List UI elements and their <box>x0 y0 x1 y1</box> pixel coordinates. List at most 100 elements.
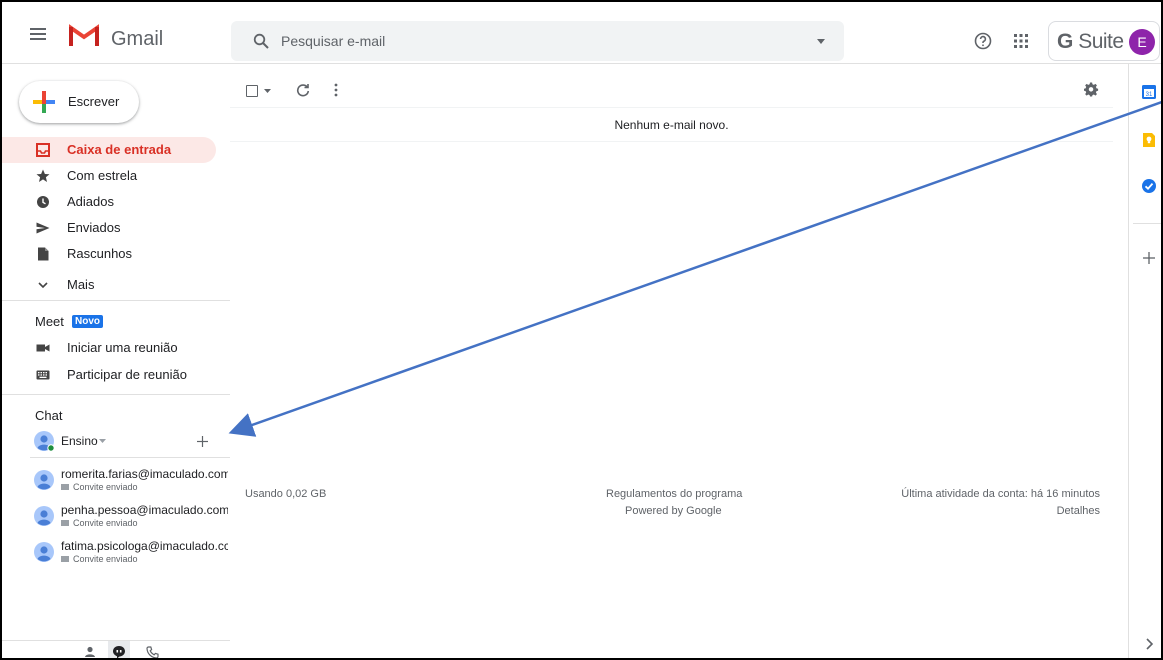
chat-status-text: Convite enviado <box>73 554 138 564</box>
gmail-logo-icon[interactable] <box>69 24 99 46</box>
menu-line <box>30 28 46 30</box>
chat-contact-email: romerita.farias@imaculado.com <box>61 467 228 481</box>
video-camera-icon <box>36 344 50 352</box>
sidebar-bottom-bar <box>2 640 230 659</box>
chevron-down-icon[interactable] <box>99 439 106 444</box>
meet-item-label: Iniciar uma reunião <box>67 340 178 355</box>
account-avatar[interactable]: E <box>1129 29 1155 55</box>
sidebar-item-label: Com estrela <box>67 168 138 183</box>
empty-inbox-row: Nenhum e-mail novo. <box>230 108 1113 142</box>
powered-by-google-link[interactable]: Powered by Google <box>625 505 722 517</box>
storage-usage[interactable]: Usando 0,02 GB <box>245 488 326 500</box>
send-icon <box>36 222 50 234</box>
left-sidebar: Escrever Caixa de entrada Com estrela Ad… <box>2 64 230 659</box>
chat-bubble-icon <box>113 646 125 658</box>
avatar-icon <box>34 506 54 526</box>
sidebar-item-label: Adiados <box>67 194 114 209</box>
search-icon[interactable] <box>253 33 269 49</box>
add-chat-icon[interactable] <box>196 435 209 448</box>
envelope-icon <box>61 484 69 490</box>
meet-section-title: Meet <box>35 314 64 329</box>
chat-contact[interactable]: penha.pessoa@imaculado.com Convite envia… <box>2 501 230 535</box>
draft-icon <box>38 247 49 261</box>
gsuite-logo: G Suite <box>1057 30 1124 54</box>
refresh-icon[interactable] <box>296 83 310 97</box>
more-options-icon[interactable] <box>334 83 338 97</box>
sidebar-item-snoozed[interactable]: Adiados <box>2 189 216 215</box>
contacts-person-icon[interactable] <box>84 646 96 658</box>
select-dropdown-icon[interactable] <box>264 89 271 94</box>
sidebar-item-drafts[interactable]: Rascunhos <box>2 241 216 267</box>
meet-start-meeting[interactable]: Iniciar uma reunião <box>2 335 216 361</box>
search-bar[interactable] <box>231 21 844 61</box>
help-icon[interactable] <box>974 32 992 50</box>
chat-contact-status: Convite enviado <box>61 518 138 528</box>
menu-line <box>30 38 46 40</box>
keyboard-icon <box>36 370 50 380</box>
avatar-icon <box>34 431 54 451</box>
google-apps-icon[interactable] <box>1013 33 1029 49</box>
star-icon <box>36 169 50 182</box>
search-input[interactable] <box>281 29 781 53</box>
sidebar-item-more[interactable]: Mais <box>2 272 216 298</box>
chat-divider <box>30 457 230 458</box>
sidebar-item-label: Rascunhos <box>67 246 133 261</box>
main-content: Nenhum e-mail novo. Usando 0,02 GB Regul… <box>230 64 1113 658</box>
select-all-checkbox[interactable] <box>246 85 258 97</box>
sidebar-item-starred[interactable]: Com estrela <box>2 163 216 189</box>
last-account-activity: Última atividade da conta: há 16 minutos <box>901 488 1100 500</box>
activity-details-link[interactable]: Detalhes <box>1000 505 1100 517</box>
main-menu-button[interactable] <box>30 28 46 40</box>
settings-gear-icon[interactable] <box>1084 82 1099 97</box>
add-addon-icon[interactable] <box>1141 250 1157 266</box>
meet-item-label: Participar de reunião <box>67 367 187 382</box>
chat-contact-email: penha.pessoa@imaculado.com <box>61 503 228 517</box>
sidebar-item-inbox[interactable]: Caixa de entrada <box>2 137 216 163</box>
side-panel: 31 <box>1128 64 1161 658</box>
compose-label: Escrever <box>68 94 120 109</box>
keep-icon[interactable] <box>1141 132 1157 148</box>
chat-contact-email: fatima.psicologa@imaculado.cc <box>61 539 228 553</box>
top-header: Gmail G Suite E <box>2 2 1161 64</box>
envelope-icon <box>61 556 69 562</box>
avatar-icon <box>34 542 54 562</box>
chevron-right-icon[interactable] <box>1141 636 1157 652</box>
avatar-icon <box>34 470 54 490</box>
compose-button[interactable]: Escrever <box>19 81 139 123</box>
phone-icon[interactable] <box>146 646 159 659</box>
chat-tab-button[interactable] <box>108 641 130 658</box>
gsuite-logo-g: G <box>1057 30 1073 53</box>
meet-join-meeting[interactable]: Participar de reunião <box>2 362 216 388</box>
chat-section-title: Chat <box>35 408 63 423</box>
tasks-icon[interactable] <box>1141 178 1157 194</box>
chat-status-text: Convite enviado <box>73 518 138 528</box>
sidebar-item-label: Enviados <box>67 220 121 235</box>
gmail-logo-text[interactable]: Gmail <box>111 28 163 51</box>
clock-icon <box>37 196 49 208</box>
sidebar-item-label: Caixa de entrada <box>67 142 172 157</box>
chat-contact-status: Convite enviado <box>61 482 138 492</box>
empty-inbox-message: Nenhum e-mail novo. <box>614 118 729 132</box>
account-switcher[interactable]: G Suite E <box>1048 21 1160 61</box>
calendar-icon[interactable]: 31 <box>1141 84 1157 100</box>
chat-contact[interactable]: romerita.farias@imaculado.com Convite en… <box>2 465 230 499</box>
sidebar-item-sent[interactable]: Enviados <box>2 215 216 241</box>
list-toolbar <box>230 64 1113 108</box>
compose-plus-icon <box>33 91 55 113</box>
sidebar-item-label: Mais <box>67 277 95 292</box>
section-divider <box>2 300 230 301</box>
chevron-down-icon <box>38 282 48 289</box>
chat-contact[interactable]: fatima.psicologa@imaculado.cc Convite en… <box>2 537 230 571</box>
gsuite-logo-suite: Suite <box>1078 30 1124 53</box>
side-panel-divider <box>1133 223 1161 224</box>
chat-self-name: Ensino <box>61 434 98 448</box>
section-divider <box>2 394 230 395</box>
chat-status-text: Convite enviado <box>73 482 138 492</box>
menu-line <box>30 33 46 35</box>
search-options-dropdown-icon[interactable] <box>817 39 825 44</box>
envelope-icon <box>61 520 69 526</box>
svg-text:31: 31 <box>1146 92 1153 98</box>
program-policies-link[interactable]: Regulamentos do programa <box>606 488 742 500</box>
chat-contact-status: Convite enviado <box>61 554 138 564</box>
meet-new-badge: Novo <box>72 315 103 328</box>
